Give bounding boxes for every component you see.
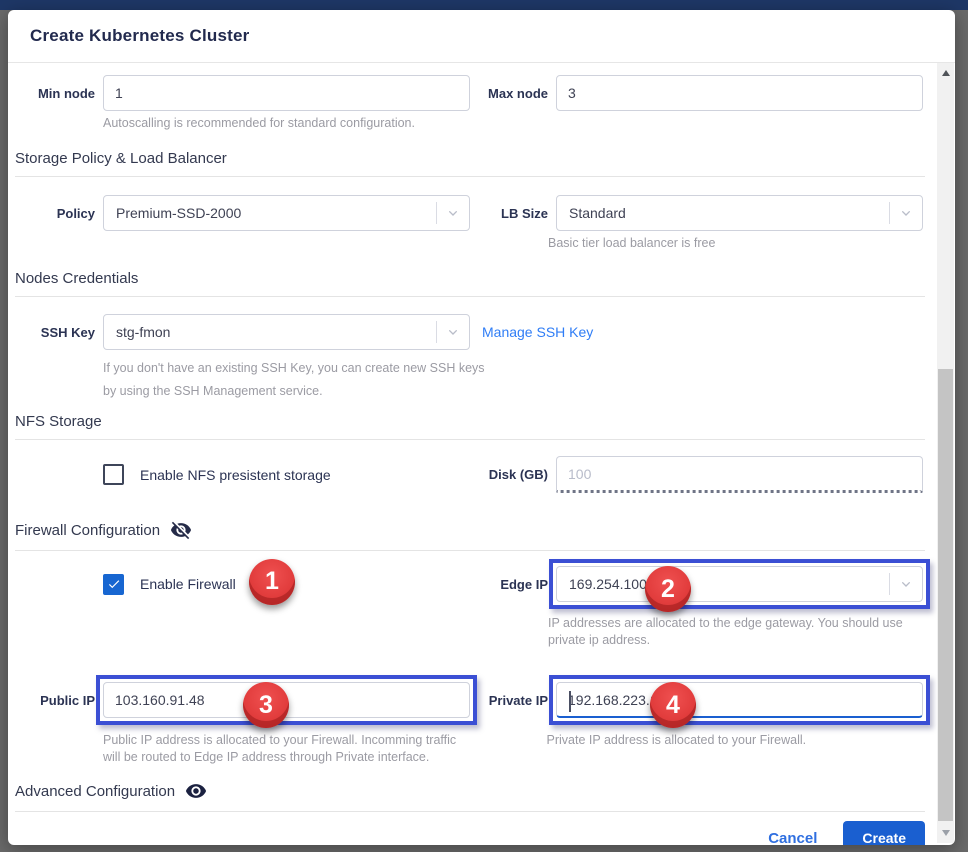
firewall-section-title: Firewall Configuration [15, 522, 160, 539]
chevron-down-icon[interactable] [890, 576, 922, 592]
dialog-title: Create Kubernetes Cluster [30, 26, 249, 46]
storage-row: Policy Premium-SSD-2000 LB Size Standard [15, 195, 925, 231]
ssh-key-select[interactable]: stg-fmon [103, 314, 470, 350]
min-node-label: Min node [15, 86, 103, 101]
visibility-off-icon[interactable] [170, 519, 192, 541]
policy-select[interactable]: Premium-SSD-2000 [103, 195, 470, 231]
cancel-button[interactable]: Cancel [768, 830, 817, 846]
scrollbar-down-arrow-icon[interactable] [937, 825, 954, 841]
annotation-box-edge-ip: 169.254.100.51 2 [549, 559, 930, 609]
lb-helper-text: Basic tier load balancer is free [548, 235, 925, 252]
chevron-down-icon[interactable] [437, 205, 469, 221]
firewall-enable-row: Enable Firewall 1 Edge IP 169.254.100.51… [15, 566, 925, 602]
edge-ip-select[interactable]: 169.254.100.51 [556, 566, 923, 602]
annotation-box-private-ip: 4 [549, 675, 930, 725]
credentials-section-title: Nodes Credentials [15, 270, 138, 287]
chevron-down-icon[interactable] [890, 205, 922, 221]
annotation-badge-4: 4 [650, 682, 696, 728]
public-ip-helper-text: Public IP address is allocated to your F… [103, 732, 477, 766]
disk-gb-input [556, 456, 923, 493]
storage-section-heading: Storage Policy & Load Balancer [15, 150, 925, 177]
background-page-header [0, 0, 968, 10]
ssh-helper-line2: by using the SSH Management service. [103, 380, 925, 403]
scrollbar-up-arrow-icon[interactable] [937, 65, 954, 81]
storage-section-title: Storage Policy & Load Balancer [15, 150, 227, 167]
nfs-section-title: NFS Storage [15, 413, 102, 430]
manage-ssh-key-link[interactable]: Manage SSH Key [482, 324, 593, 340]
min-node-input[interactable] [103, 75, 470, 111]
nfs-section-heading: NFS Storage [15, 413, 925, 440]
private-ip-label: Private IP [470, 693, 556, 708]
autoscaling-helper-text: Autoscalling is recommended for standard… [103, 115, 925, 132]
credentials-section-heading: Nodes Credentials [15, 270, 925, 297]
public-ip-label: Public IP [15, 693, 103, 708]
text-cursor [569, 691, 571, 712]
create-kubernetes-cluster-dialog: Create Kubernetes Cluster Min node Max n… [8, 10, 955, 845]
annotation-box-public-ip: 3 [96, 675, 477, 725]
nfs-checkbox-label: Enable NFS presistent storage [140, 467, 331, 483]
dialog-scrollbar[interactable] [937, 63, 954, 843]
policy-select-value: Premium-SSD-2000 [116, 205, 436, 221]
nfs-row: Enable NFS presistent storage Disk (GB) [15, 456, 925, 493]
max-node-input[interactable] [556, 75, 923, 111]
policy-label: Policy [15, 206, 103, 221]
node-count-row: Min node Max node [15, 75, 925, 111]
enable-firewall-label: Enable Firewall [140, 576, 236, 592]
ssh-helper-text: If you don't have an existing SSH Key, y… [103, 357, 925, 403]
private-ip-helper-text: Private IP address is allocated to your … [547, 732, 925, 766]
advanced-section-heading: Advanced Configuration [15, 780, 925, 812]
lb-size-label: LB Size [470, 206, 556, 221]
nfs-storage-checkbox[interactable] [103, 464, 124, 485]
disk-gb-label: Disk (GB) [470, 467, 556, 482]
visibility-icon[interactable] [185, 780, 207, 802]
dialog-header: Create Kubernetes Cluster [8, 10, 955, 63]
advanced-section-title: Advanced Configuration [15, 783, 175, 800]
lb-size-select[interactable]: Standard [556, 195, 923, 231]
firewall-section-heading: Firewall Configuration [15, 519, 925, 551]
annotation-badge-3: 3 [243, 682, 289, 728]
enable-firewall-checkbox[interactable] [103, 574, 124, 595]
edge-ip-helper-text: IP addresses are allocated to the edge g… [548, 615, 930, 649]
dialog-footer: Cancel Create [15, 821, 925, 845]
scrollbar-thumb[interactable] [938, 369, 953, 821]
ssh-key-select-value: stg-fmon [116, 324, 436, 340]
max-node-label: Max node [470, 86, 556, 101]
chevron-down-icon[interactable] [437, 324, 469, 340]
ip-address-row: Public IP 3 Private IP 4 [15, 682, 925, 718]
annotation-badge-2: 2 [645, 566, 691, 612]
edge-ip-label: Edge IP [470, 577, 556, 592]
private-ip-input[interactable] [556, 682, 923, 718]
lb-size-select-value: Standard [569, 205, 889, 221]
annotation-badge-1: 1 [249, 559, 295, 605]
ssh-helper-line1: If you don't have an existing SSH Key, y… [103, 357, 925, 380]
ssh-key-label: SSH Key [15, 325, 103, 340]
create-button[interactable]: Create [843, 821, 925, 845]
ssh-key-row: SSH Key stg-fmon Manage SSH Key [15, 314, 925, 350]
dialog-body: Min node Max node Autoscalling is recomm… [8, 63, 955, 845]
edge-ip-select-value: 169.254.100.51 [569, 576, 889, 592]
